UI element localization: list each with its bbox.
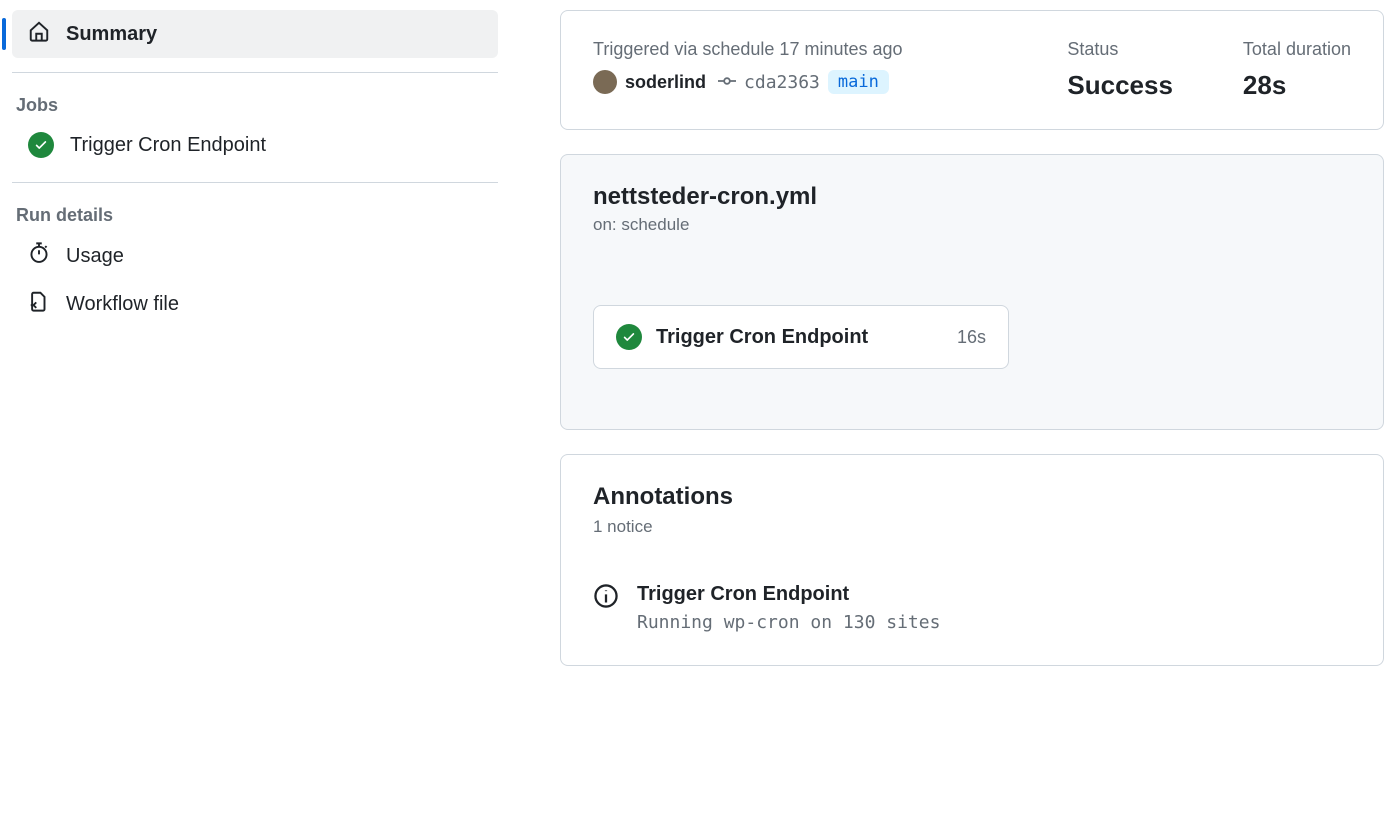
trigger-label: Triggered via schedule 17 minutes ago [593, 39, 997, 60]
sidebar-item-label: Trigger Cron Endpoint [70, 134, 266, 157]
duration-label: Total duration [1243, 39, 1351, 60]
branch-badge[interactable]: main [828, 70, 889, 94]
avatar[interactable] [593, 70, 617, 94]
trigger-row: soderlind cda2363 main [593, 70, 997, 94]
sidebar-item-job[interactable]: Trigger Cron Endpoint [12, 122, 498, 168]
duration-block: Total duration 28s [1243, 39, 1351, 101]
annotations-count: 1 notice [593, 517, 1351, 537]
workflow-file-name[interactable]: nettsteder-cron.yml [593, 183, 1351, 211]
annotations-card: Annotations 1 notice Trigger Cron Endpoi… [560, 454, 1384, 666]
main-content: Triggered via schedule 17 minutes ago so… [510, 10, 1384, 710]
workflow-card: nettsteder-cron.yml on: schedule Trigger… [560, 154, 1384, 430]
sidebar-item-usage[interactable]: Usage [12, 232, 498, 280]
sidebar-item-workflow-file[interactable]: Workflow file [12, 280, 498, 328]
job-duration: 16s [957, 327, 986, 348]
divider [12, 182, 498, 183]
commit-icon [718, 72, 736, 93]
annotation-message: Running wp-cron on 130 sites [637, 612, 940, 633]
status-block: Status Success [1067, 39, 1173, 101]
check-circle-icon [28, 132, 54, 158]
status-label: Status [1067, 39, 1173, 60]
info-icon [593, 583, 619, 612]
job-card[interactable]: Trigger Cron Endpoint 16s [593, 305, 1009, 369]
workflow-on: on: schedule [593, 215, 1351, 235]
sidebar: Summary Jobs Trigger Cron Endpoint Run d… [0, 10, 510, 710]
stopwatch-icon [28, 242, 50, 270]
sidebar-item-label: Workflow file [66, 293, 179, 316]
author-link[interactable]: soderlind [625, 72, 706, 93]
job-name: Trigger Cron Endpoint [656, 326, 943, 349]
jobs-heading: Jobs [12, 83, 498, 122]
sidebar-item-label: Usage [66, 245, 124, 268]
sidebar-item-label: Summary [66, 23, 157, 46]
annotation-body: Trigger Cron Endpoint Running wp-cron on… [637, 583, 940, 633]
divider [12, 72, 498, 73]
home-icon [28, 20, 50, 48]
annotation-title: Trigger Cron Endpoint [637, 583, 940, 606]
sidebar-item-summary[interactable]: Summary [12, 10, 498, 58]
file-code-icon [28, 290, 50, 318]
annotation-item[interactable]: Trigger Cron Endpoint Running wp-cron on… [593, 583, 1351, 633]
status-value: Success [1067, 70, 1173, 101]
trigger-block: Triggered via schedule 17 minutes ago so… [593, 39, 997, 101]
annotations-title: Annotations [593, 483, 1351, 511]
duration-value[interactable]: 28s [1243, 70, 1351, 101]
commit-link[interactable]: cda2363 [744, 72, 820, 93]
run-meta-card: Triggered via schedule 17 minutes ago so… [560, 10, 1384, 130]
run-details-heading: Run details [12, 193, 498, 232]
check-circle-icon [616, 324, 642, 350]
